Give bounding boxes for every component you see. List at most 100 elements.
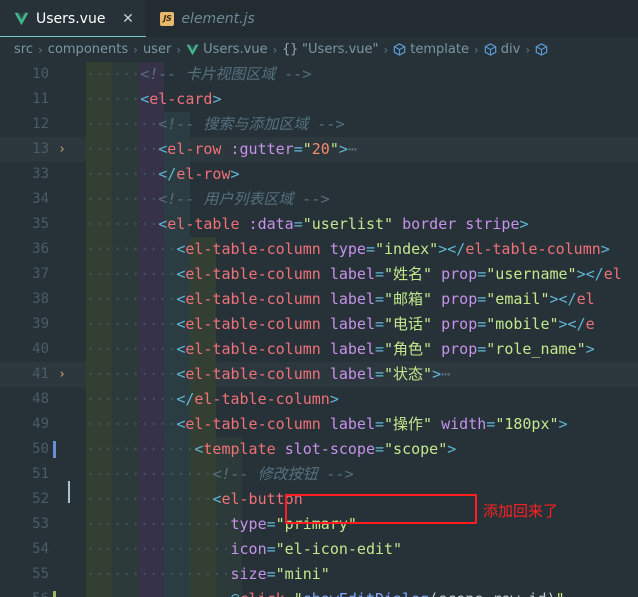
code-line[interactable]: 51 ··············<!-- 修改按钮 --> [0,462,638,487]
breadcrumb-separator: › [473,42,479,57]
line-number: 10 [32,66,49,82]
token-str: "180px" [495,415,559,433]
code-text: ··········<el-table-column label="状态">⋯ [86,362,450,387]
code-line[interactable]: 33 ········</el-row> [0,162,638,187]
token-br: > [432,365,442,383]
code-line[interactable]: 10 ······<!-- 卡片视图区域 --> [0,62,638,87]
token-tag: el-table-column [185,315,330,333]
breadcrumb-separator: › [272,42,278,57]
code-text: ··········<el-table-column label="角色" pr… [86,337,595,362]
breadcrumb-item-components[interactable]: components [48,42,128,57]
code-text: ··············<el-button [86,487,303,512]
close-icon[interactable]: ✕ [120,11,135,26]
cube-icon [484,43,497,56]
token-br: = [266,565,276,583]
tab-users-vue[interactable]: Users.vue ✕ [0,0,147,37]
code-line[interactable]: 56················@click="showEditDialog… [0,587,638,597]
code-line[interactable]: 50 ············<template slot-scope="scop… [0,437,638,462]
breadcrumb-item-trailing[interactable] [535,43,548,56]
breadcrumb-item-div[interactable]: div [484,42,520,57]
token-br: = [266,515,276,533]
token-cmt: <!-- 修改按钮 --> [212,465,354,483]
token-attr: label [329,365,375,383]
fold-toggle-icon[interactable]: › [56,362,68,387]
token-dot: ······ [86,90,141,108]
code-line[interactable]: 41 › ··········<el-table-column label="状态"… [0,362,638,387]
token-br: = [375,315,385,333]
token-br: = [375,340,385,358]
code-line[interactable]: 40 ··········<el-table-column label="角色" … [0,337,638,362]
breadcrumb-item-users-vue-symbol[interactable]: {} "Users.vue" [282,42,378,57]
token-tag: e [585,315,595,333]
fold-toggle-icon[interactable]: › [56,137,68,162]
code-line[interactable]: 36 ··········<el-table-column type="index… [0,237,638,262]
line-number: 54 [32,541,49,557]
code-line[interactable]: 55 ················size="mini" [0,562,638,587]
token-attr: :gutter [230,140,294,158]
code-line[interactable]: 38 ··········<el-table-column label="邮箱" … [0,287,638,312]
token-dot: ········ [86,115,159,133]
code-line[interactable]: 48 ··········</el-table-column> [0,387,638,412]
token-tag: el-table-column [465,240,601,258]
token-str: "email" [486,290,550,308]
token-br: > [447,440,457,458]
token-br: < [176,315,186,333]
token-dot: ·········· [86,315,177,333]
token-ellip: ⋯ [441,365,451,383]
token-str: " [302,140,312,158]
token-str: "姓名" [384,265,433,283]
token-dot: ·········· [86,365,177,383]
token-br: < [176,240,186,258]
code-line[interactable]: 13 › ········<el-row :gutter="20">⋯ [0,137,638,162]
token-dot: ············ [86,440,195,458]
token-br: ></ [576,265,604,283]
token-attr: size [230,565,267,583]
token-br: = [477,265,487,283]
line-number: 13 [32,141,49,157]
code-line[interactable]: 39 ··········<el-table-column label="电话" … [0,312,638,337]
breadcrumb-item-template[interactable]: template [393,42,469,57]
breadcrumb-separator: › [133,42,138,57]
code-line[interactable]: 54 ················icon="el-icon-edit" [0,537,638,562]
token-attr: label [329,290,375,308]
code-line[interactable]: 34 ········<!-- 用户列表区域 --> [0,187,638,212]
code-line[interactable]: 11 ······<el-card> [0,87,638,112]
annotation-note: 添加回来了 [483,502,559,520]
token-str: " [294,590,303,597]
code-line[interactable]: 12 ········<!-- 搜索与添加区域 --> [0,112,638,137]
code-line[interactable]: 37 ··········<el-table-column label="姓名" … [0,262,638,287]
code-text: ········<el-row :gutter="20">⋯ [86,137,357,162]
token-br: > [600,240,610,258]
token-br: = [477,290,487,308]
breadcrumb-item-src[interactable]: src [14,42,33,57]
token-str: "操作" [384,415,433,433]
breadcrumb-item-user[interactable]: user [143,42,171,57]
code-text: ········<!-- 搜索与添加区域 --> [86,112,345,137]
line-number: 11 [32,91,49,107]
breadcrumb-separator: › [525,42,531,57]
breadcrumb-label: "Users.vue" [302,42,379,57]
code-text: ··········<el-table-column label="邮箱" pr… [86,287,595,312]
token-br: > [585,340,595,358]
code-line[interactable]: 35 ········<el-table :data="userlist" bor… [0,212,638,237]
token-tag: el-table-column [194,390,330,408]
token-br: > [230,165,240,183]
code-text: ··········<el-table-column label="电话" pr… [86,312,595,337]
code-editor[interactable]: 10 ······<!-- 卡片视图区域 --> 11 ······<el-card>… [0,62,638,597]
token-dot: ·········· [86,265,177,283]
token-attr: label [329,265,375,283]
code-text: ······<el-card> [86,87,221,112]
token-br: ></ [438,240,466,258]
token-attr: prop [432,265,478,283]
tab-element-js[interactable]: JS element.js [146,0,265,37]
token-dot: ·········· [86,390,177,408]
breadcrumb-separator: › [37,42,43,57]
token-tag: el [603,265,622,283]
token-attr: prop [432,290,478,308]
token-dot: ················ [86,565,231,583]
breadcrumb-item-users-vue[interactable]: Users.vue [186,42,268,57]
token-br: > [212,90,222,108]
code-text: ··········<el-table-column label="姓名" pr… [86,262,622,287]
breadcrumb-label: Users.vue [203,42,268,57]
code-line[interactable]: 49 ··········<el-table-column label="操作" … [0,412,638,437]
